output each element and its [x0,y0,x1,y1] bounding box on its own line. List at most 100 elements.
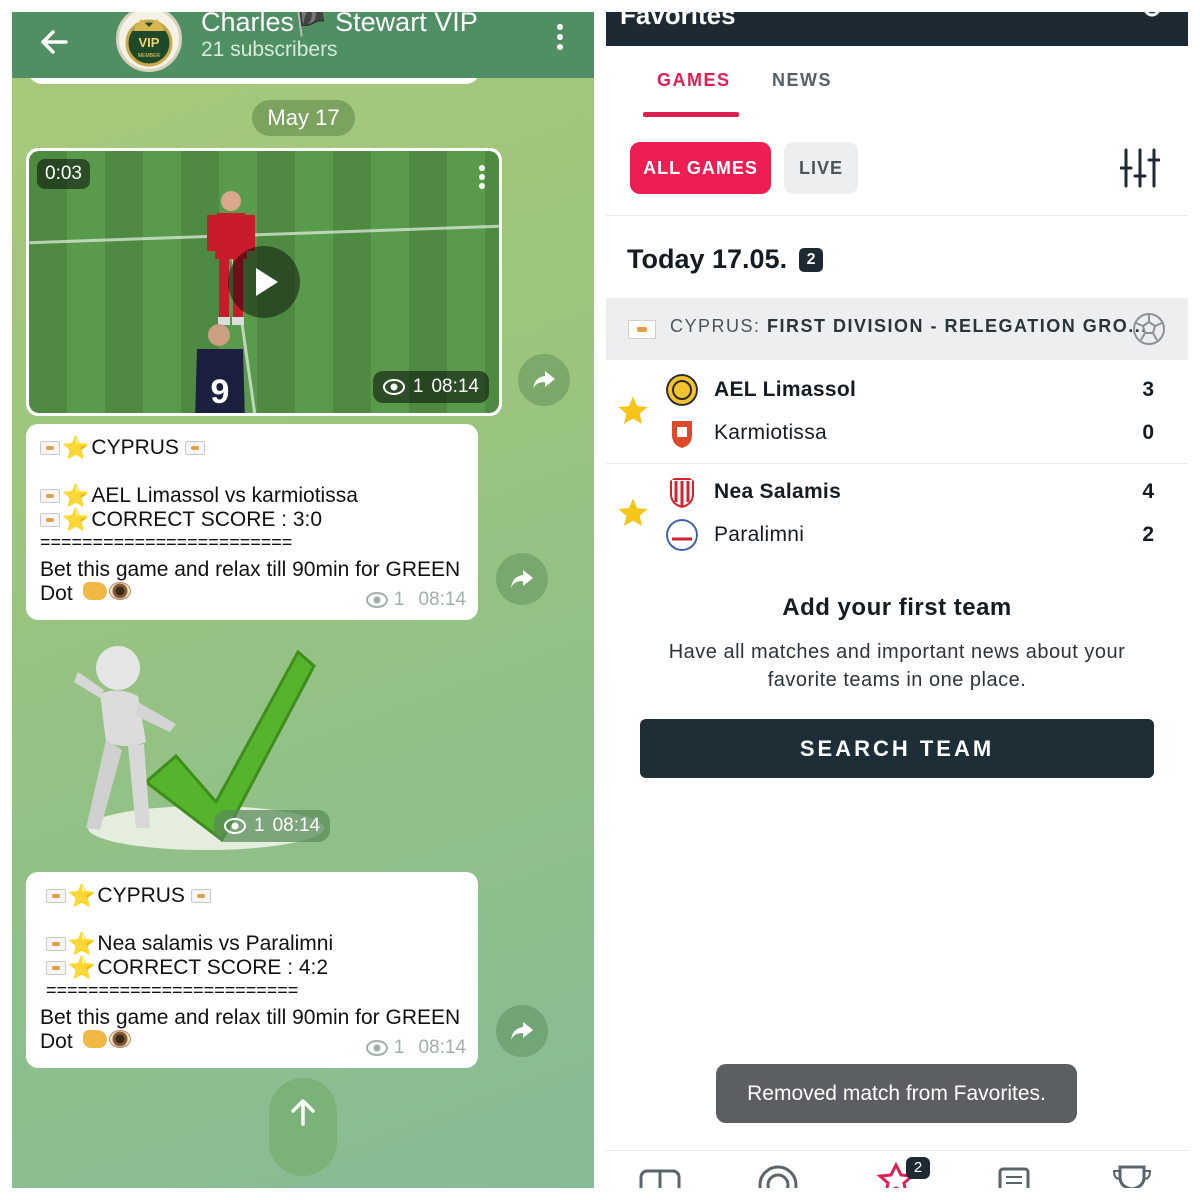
view-count: 1 [254,815,265,836]
channel-title[interactable]: Charles🏴 Stewart VIP [201,12,478,38]
match-row[interactable]: Nea Salamis 4 Paralimni 2 [606,464,1188,566]
favorite-star-icon[interactable] [616,394,650,428]
search-team-button[interactable]: SEARCH TEAM [640,719,1154,778]
view-count: 1 [393,1037,405,1058]
video-menu-icon[interactable] [477,163,487,193]
paralimni-logo-icon [666,519,698,551]
video-duration: 0:03 [37,159,90,189]
message-time: 08:14 [431,376,479,397]
arrow-up-icon [291,1099,315,1126]
nav-matches-icon[interactable] [638,1161,682,1188]
forward-arrow-icon [533,371,555,389]
video-meta: 1 08:14 [372,371,489,403]
video-message[interactable]: 9 0:03 1 08:14 [26,148,502,416]
more-menu-icon[interactable] [548,20,572,60]
back-arrow-icon[interactable] [34,22,74,62]
message-header: CYPRUS [91,436,179,459]
cyprus-flag-icon [46,961,66,975]
forward-arrow-icon [511,1022,533,1040]
team-score: 4 [1142,480,1154,503]
channel-header: VIP MEMBER Charles🏴 Stewart VIP 21 subsc… [12,12,594,78]
channel-avatar[interactable]: VIP MEMBER [116,12,182,72]
handshake-emoji-icon [82,1030,107,1048]
nav-news-icon[interactable] [992,1161,1036,1188]
filter-bar: ALL GAMES LIVE [606,118,1188,216]
message-time: 08:14 [418,1037,466,1058]
team-name: Karmiotissa [714,421,827,444]
league-name: CYPRUS: FIRST DIVISION - RELEGATION GRO.… [670,316,1148,336]
cyprus-flag-icon [190,889,211,903]
video-thumbnail[interactable]: 9 0:03 1 08:14 [29,151,499,413]
karmiotissa-logo-icon [672,421,692,448]
favorites-screen: Favorites GAMES NEWS ALL GAMES LIVE Toda… [606,12,1188,1188]
team-name: Paralimni [714,523,805,546]
filter-live[interactable]: LIVE [784,142,858,194]
handshake-emoji-icon [82,582,107,600]
cyprus-flag-icon [628,320,656,339]
sticker-meta: 1 08:14 [214,810,331,842]
view-count: 1 [412,376,424,397]
cyprus-flag-icon [46,889,66,903]
team-score: 0 [1142,421,1154,444]
message-meta: 1 08:14 [365,1036,466,1060]
cyprus-flag-icon [40,489,60,503]
app-top-bar: Favorites [606,12,1188,46]
vip-badge-icon: VIP MEMBER [125,19,173,67]
views-eye-icon [382,379,405,395]
team-name: Nea Salamis [714,480,842,503]
day-header: Today 17.05. 2 [627,244,824,275]
football-icon [1133,313,1165,345]
message-header: CYPRUS [97,884,185,907]
share-button[interactable] [518,354,570,406]
text-message[interactable]: ⭐ CYPRUS ⭐ Nea salamis vs Paralimni ⭐ CORRE… [26,872,478,1068]
day-label: Today 17.05. [627,244,788,274]
match-row[interactable]: AEL Limassol 3 Karmiotissa 0 [606,362,1188,464]
add-team-title: Add your first team [782,594,1012,621]
nav-live-icon[interactable] [756,1161,800,1188]
match-count-badge: 2 [799,247,824,272]
star-emoji-icon: ⭐ [62,507,90,532]
subscriber-count: 21 subscribers [201,38,338,61]
screen-title: Favorites [620,12,736,30]
active-tab-indicator [643,112,739,117]
sliders-icon[interactable] [1120,146,1160,190]
nav-trophy-icon[interactable] [1110,1161,1154,1188]
star-emoji-icon: ⭐ [68,883,96,908]
views-eye-icon [365,592,388,608]
views-eye-icon [224,818,246,834]
match-line: Nea salamis vs Paralimni [97,932,334,955]
nea-salamis-logo-icon [670,478,694,508]
message-time: 08:14 [272,815,321,836]
tab-games[interactable]: GAMES [657,70,731,91]
text-message[interactable]: ⭐ CYPRUS ⭐ AEL Limassol vs karmiotissa ⭐ CO… [26,424,478,620]
settings-gear-icon[interactable] [1138,12,1166,26]
share-button[interactable] [496,553,548,605]
home-team: AEL Limassol 3 [666,370,1166,410]
ael-limassol-logo-icon [666,374,698,406]
separator-line: ======================== [40,532,293,552]
team-score: 2 [1142,523,1154,546]
views-eye-icon [365,1040,388,1056]
correct-score-line: CORRECT SCORE : 4:2 [97,956,329,979]
home-team: Nea Salamis 4 [666,472,1166,512]
team-score: 3 [1142,378,1154,401]
scroll-up-button[interactable] [269,1078,337,1176]
share-button[interactable] [496,1005,548,1057]
message-meta: 1 08:14 [365,588,466,612]
eye-emoji-icon [108,1030,131,1048]
eye-emoji-icon [108,582,131,600]
tab-news[interactable]: NEWS [772,70,832,91]
cyprus-flag-icon [40,441,60,455]
league-header[interactable]: CYPRUS: FIRST DIVISION - RELEGATION GRO.… [606,298,1188,360]
bottom-navigation: 2 [606,1150,1188,1188]
play-icon[interactable] [228,246,300,318]
filter-all-games[interactable]: ALL GAMES [630,142,771,194]
forward-arrow-icon [511,570,533,588]
add-team-description: Have all matches and important news abou… [668,641,1126,691]
cyprus-flag-icon [40,513,60,527]
cyprus-flag-icon [184,441,205,455]
telegram-channel-screen: VIP MEMBER Charles🏴 Stewart VIP 21 subsc… [12,12,594,1188]
svg-text:VIP: VIP [139,35,160,50]
favorite-star-icon[interactable] [616,496,650,530]
star-emoji-icon: ⭐ [62,483,90,508]
